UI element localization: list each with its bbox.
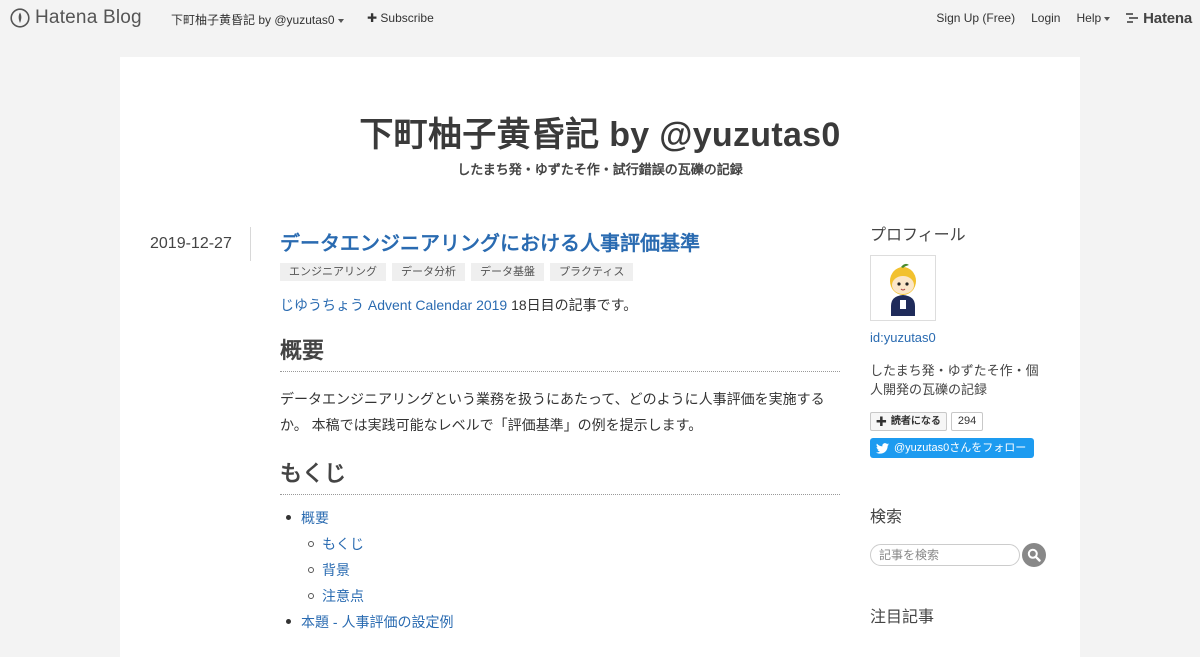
sidebar: プロフィール id:yuzutas0 したまち発・ゆずたそ作・個人開発の瓦礫の記… xyxy=(870,225,1050,629)
follow-row: ✚ 読者になる 294 xyxy=(870,412,1050,431)
profile-description: したまち発・ゆずたそ作・個人開発の瓦礫の記録 xyxy=(870,363,1039,397)
hatena-mark-icon xyxy=(1126,13,1139,23)
search-button[interactable] xyxy=(1022,542,1046,567)
toc-item: 注意点 xyxy=(280,583,840,609)
tag-link[interactable]: データ分析 xyxy=(392,263,465,281)
toc-link[interactable]: 注意点 xyxy=(322,588,364,604)
search-icon xyxy=(1027,548,1041,562)
profile-id-link[interactable]: id:yuzutas0 xyxy=(870,330,1050,345)
blog-container: 下町柚子黄昏記 by @yuzutas0 したまち発・ゆずたそ作・試行錯誤の瓦礫… xyxy=(120,57,1080,657)
twitter-bird-icon xyxy=(876,442,889,454)
entry-title[interactable]: データエンジニアリングにおける人事評価基準 xyxy=(280,231,840,257)
twitter-follow-button[interactable]: @yuzutas0さんをフォロー xyxy=(870,438,1035,458)
subscribe-button[interactable]: ✚ Subscribe xyxy=(367,11,434,25)
entry-tags: エンジニアリング データ分析 データ基盤 プラクティス xyxy=(280,263,840,281)
reader-count[interactable]: 294 xyxy=(950,412,984,431)
avatar[interactable] xyxy=(870,255,936,321)
search-title: 検索 xyxy=(870,508,903,526)
blog-menu-label: 下町柚子黄昏記 by @yuzutas0 xyxy=(171,13,335,27)
help-dropdown[interactable]: Help xyxy=(1076,11,1111,25)
signup-link[interactable]: Sign Up (Free) xyxy=(936,11,1015,25)
hatena-brand-text: Hatena xyxy=(1143,9,1192,27)
global-header: Hatena Blog 下町柚子黄昏記 by @yuzutas0 ✚ Subsc… xyxy=(0,0,1200,36)
entry-date[interactable]: 2019-12-27 xyxy=(150,235,232,253)
plus-icon: ✚ xyxy=(876,413,887,429)
section-heading-toc: もくじ xyxy=(280,460,840,495)
hatena-blog-logo[interactable]: Hatena Blog xyxy=(10,7,142,29)
login-link[interactable]: Login xyxy=(1031,11,1060,25)
search-input[interactable] xyxy=(870,543,1020,566)
blog-menu-dropdown[interactable]: 下町柚子黄昏記 by @yuzutas0 xyxy=(171,11,344,28)
yuzu-character-icon xyxy=(871,256,935,320)
entry: データエンジニアリングにおける人事評価基準 エンジニアリング データ分析 データ… xyxy=(280,231,840,649)
advent-calendar-link[interactable]: じゆうちょう Advent Calendar 2019 xyxy=(280,297,507,313)
featured-articles-title: 注目記事 xyxy=(870,608,935,626)
tag-link[interactable]: プラクティス xyxy=(550,263,634,281)
subscribe-label: Subscribe xyxy=(380,11,434,25)
hatena-blog-logo-icon xyxy=(10,8,30,28)
search-form xyxy=(870,542,1050,567)
tag-link[interactable]: エンジニアリング xyxy=(280,263,386,281)
follow-label: 読者になる xyxy=(890,416,941,427)
summary-paragraph: データエンジニアリングという業務を扱うにあたって、どのように人事評価を実施するか… xyxy=(280,391,825,433)
plus-icon: ✚ xyxy=(367,11,378,25)
header-right-nav: Sign Up (Free) Login Help Hatena xyxy=(920,0,1192,36)
help-label: Help xyxy=(1076,11,1102,25)
date-divider xyxy=(250,227,251,261)
follow-button[interactable]: ✚ 読者になる xyxy=(870,412,947,431)
intro-text: 18日目の記事です。 xyxy=(507,297,638,313)
hatena-brand-logo[interactable]: Hatena xyxy=(1126,10,1192,27)
toc-link[interactable]: 背景 xyxy=(322,562,350,578)
hatena-blog-logo-text: Hatena Blog xyxy=(35,7,142,28)
blog-description: したまち発・ゆずたそ作・試行錯誤の瓦礫の記録 xyxy=(457,162,743,177)
chevron-down-icon xyxy=(1104,16,1111,21)
toc-item: もくじ xyxy=(280,531,840,557)
toc-link[interactable]: もくじ xyxy=(322,536,364,552)
section-heading-summary: 概要 xyxy=(280,337,840,372)
tag-link[interactable]: データ基盤 xyxy=(471,263,544,281)
blog-title[interactable]: 下町柚子黄昏記 by @yuzutas0 xyxy=(120,107,1080,156)
table-of-contents: 概要 もくじ 背景 注意点 本題 - 人事評価の設定例 xyxy=(280,505,840,635)
profile-title: プロフィール xyxy=(870,227,966,244)
toc-item: 本題 - 人事評価の設定例 xyxy=(280,609,840,635)
toc-item: 概要 xyxy=(280,505,840,531)
chevron-down-icon xyxy=(337,18,344,23)
twitter-follow-label: @yuzutas0さんをフォロー xyxy=(894,442,1027,454)
toc-link[interactable]: 本題 - 人事評価の設定例 xyxy=(301,614,453,630)
toc-link[interactable]: 概要 xyxy=(301,510,329,526)
entry-intro: じゆうちょう Advent Calendar 2019 18日目の記事です。 xyxy=(280,295,840,315)
toc-item: 背景 xyxy=(280,557,840,583)
